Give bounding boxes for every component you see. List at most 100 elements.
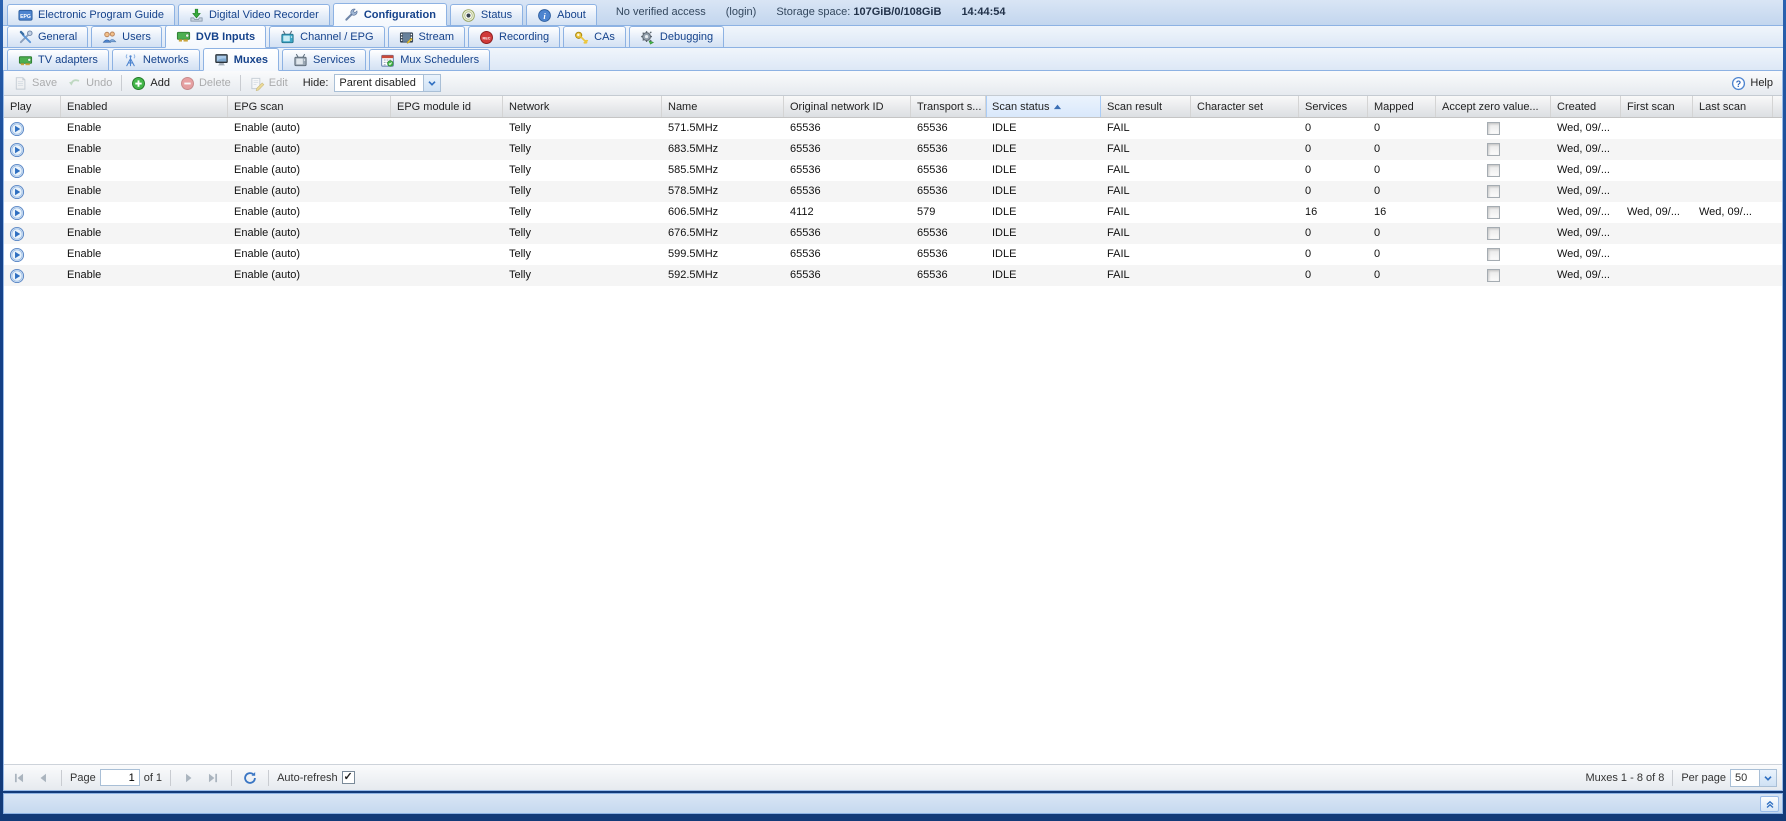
col-header-accept-zero[interactable]: Accept zero value... bbox=[1436, 96, 1551, 117]
cell-created: Wed, 09/... bbox=[1551, 139, 1621, 160]
tab-dvb-inputs[interactable]: DVB Inputs bbox=[165, 25, 266, 48]
tab-tv-adapters[interactable]: TV adapters bbox=[7, 49, 109, 70]
last-page-button[interactable] bbox=[203, 768, 223, 788]
accept-zero-checkbox[interactable] bbox=[1487, 227, 1500, 240]
col-header-enabled[interactable]: Enabled bbox=[61, 96, 228, 117]
col-header-epg-scan[interactable]: EPG scan bbox=[228, 96, 391, 117]
tab-label: Digital Video Recorder bbox=[209, 9, 319, 21]
add-button[interactable]: Add bbox=[126, 74, 175, 93]
col-header-services[interactable]: Services bbox=[1299, 96, 1368, 117]
col-header-created[interactable]: Created bbox=[1551, 96, 1621, 117]
tab-recording[interactable]: RECRecording bbox=[468, 26, 560, 47]
tab-digital-video-recorder[interactable]: Digital Video Recorder bbox=[178, 4, 330, 25]
accept-zero-checkbox[interactable] bbox=[1487, 122, 1500, 135]
tab-networks[interactable]: Networks bbox=[112, 49, 200, 70]
hide-select[interactable]: Parent disabled bbox=[334, 74, 441, 92]
col-header-tsid[interactable]: Transport s... bbox=[911, 96, 986, 117]
col-header-last-scan[interactable]: Last scan bbox=[1693, 96, 1773, 117]
per-page-select[interactable]: 50 bbox=[1730, 769, 1777, 787]
undo-icon bbox=[67, 76, 82, 91]
chevron-down-icon[interactable] bbox=[1759, 770, 1776, 786]
table-row[interactable]: EnableEnable (auto)Telly676.5MHz65536655… bbox=[4, 223, 1782, 244]
cell-scan-status: IDLE bbox=[986, 118, 1101, 139]
help-button[interactable]: ? Help bbox=[1726, 74, 1778, 93]
cell-charset bbox=[1191, 265, 1299, 286]
table-row[interactable]: EnableEnable (auto)Telly599.5MHz65536655… bbox=[4, 244, 1782, 265]
cell-tsid: 65536 bbox=[911, 118, 986, 139]
tab-label: Networks bbox=[143, 54, 189, 66]
cell-epg-module bbox=[391, 139, 503, 160]
col-header-name[interactable]: Name bbox=[662, 96, 784, 117]
accept-zero-checkbox[interactable] bbox=[1487, 143, 1500, 156]
cell-first-scan: Wed, 09/... bbox=[1621, 202, 1693, 223]
tab-configuration[interactable]: Configuration bbox=[333, 3, 447, 26]
play-icon[interactable] bbox=[9, 163, 25, 179]
save-button[interactable]: Save bbox=[8, 74, 62, 93]
accept-zero-checkbox[interactable] bbox=[1487, 164, 1500, 177]
hide-label: Hide: bbox=[303, 77, 329, 89]
play-icon[interactable] bbox=[9, 268, 25, 284]
tab-status[interactable]: Status bbox=[450, 4, 523, 25]
tab-services[interactable]: Services bbox=[282, 49, 366, 70]
table-row[interactable]: EnableEnable (auto)Telly683.5MHz65536655… bbox=[4, 139, 1782, 160]
collapse-panel-button[interactable] bbox=[1760, 796, 1779, 812]
cell-epg-module bbox=[391, 118, 503, 139]
cell-last-scan bbox=[1693, 181, 1773, 202]
accept-zero-checkbox[interactable] bbox=[1487, 248, 1500, 261]
play-icon[interactable] bbox=[9, 247, 25, 263]
col-header-first-scan[interactable]: First scan bbox=[1621, 96, 1693, 117]
login-link[interactable]: (login) bbox=[726, 6, 757, 18]
cell-services: 0 bbox=[1299, 265, 1368, 286]
tab-channel-epg[interactable]: Channel / EPG bbox=[269, 26, 384, 47]
tab-electronic-program-guide[interactable]: EPGElectronic Program Guide bbox=[7, 4, 175, 25]
tab-mux-schedulers[interactable]: Mux Schedulers bbox=[369, 49, 490, 70]
collapse-icon bbox=[1764, 798, 1776, 810]
col-header-scan-status[interactable]: Scan status bbox=[986, 96, 1101, 117]
play-icon[interactable] bbox=[9, 184, 25, 200]
cell-first-scan bbox=[1621, 118, 1693, 139]
col-header-onid[interactable]: Original network ID bbox=[784, 96, 911, 117]
tab-about[interactable]: iAbout bbox=[526, 4, 597, 25]
grid-body: EnableEnable (auto)Telly571.5MHz65536655… bbox=[4, 118, 1782, 764]
next-page-button[interactable] bbox=[179, 768, 199, 788]
network-icon bbox=[123, 53, 138, 68]
col-header-charset[interactable]: Character set bbox=[1191, 96, 1299, 117]
col-header-epg-module[interactable]: EPG module id bbox=[391, 96, 503, 117]
accept-zero-checkbox[interactable] bbox=[1487, 269, 1500, 282]
accept-zero-checkbox[interactable] bbox=[1487, 185, 1500, 198]
accept-zero-checkbox[interactable] bbox=[1487, 206, 1500, 219]
cell-created: Wed, 09/... bbox=[1551, 118, 1621, 139]
undo-button[interactable]: Undo bbox=[62, 74, 117, 93]
tab-stream[interactable]: Stream bbox=[388, 26, 465, 47]
first-page-button[interactable] bbox=[9, 768, 29, 788]
play-icon[interactable] bbox=[9, 226, 25, 242]
delete-button[interactable]: Delete bbox=[175, 74, 236, 93]
tab-debugging[interactable]: Debugging bbox=[629, 26, 724, 47]
tab-users[interactable]: Users bbox=[91, 26, 162, 47]
tab-muxes[interactable]: Muxes bbox=[203, 48, 279, 71]
tab-general[interactable]: General bbox=[7, 26, 88, 47]
table-row[interactable]: EnableEnable (auto)Telly585.5MHz65536655… bbox=[4, 160, 1782, 181]
cell-play bbox=[4, 118, 61, 139]
cell-network: Telly bbox=[503, 223, 662, 244]
play-icon[interactable] bbox=[9, 205, 25, 221]
tab-cas[interactable]: CAs bbox=[563, 26, 626, 47]
col-header-mapped[interactable]: Mapped bbox=[1368, 96, 1436, 117]
col-header-network[interactable]: Network bbox=[503, 96, 662, 117]
cell-enabled: Enable bbox=[61, 244, 228, 265]
page-input[interactable] bbox=[100, 769, 140, 786]
col-header-scan-result[interactable]: Scan result bbox=[1101, 96, 1191, 117]
edit-button[interactable]: Edit bbox=[245, 74, 293, 93]
table-row[interactable]: EnableEnable (auto)Telly578.5MHz65536655… bbox=[4, 181, 1782, 202]
auto-refresh-checkbox[interactable]: ✓ bbox=[342, 771, 355, 784]
adapter-icon bbox=[18, 53, 33, 68]
refresh-button[interactable] bbox=[240, 768, 260, 788]
col-header-play[interactable]: Play bbox=[4, 96, 61, 117]
chevron-down-icon[interactable] bbox=[423, 75, 440, 91]
prev-page-button[interactable] bbox=[33, 768, 53, 788]
table-row[interactable]: EnableEnable (auto)Telly606.5MHz4112579I… bbox=[4, 202, 1782, 223]
table-row[interactable]: EnableEnable (auto)Telly592.5MHz65536655… bbox=[4, 265, 1782, 286]
table-row[interactable]: EnableEnable (auto)Telly571.5MHz65536655… bbox=[4, 118, 1782, 139]
play-icon[interactable] bbox=[9, 142, 25, 158]
play-icon[interactable] bbox=[9, 121, 25, 137]
